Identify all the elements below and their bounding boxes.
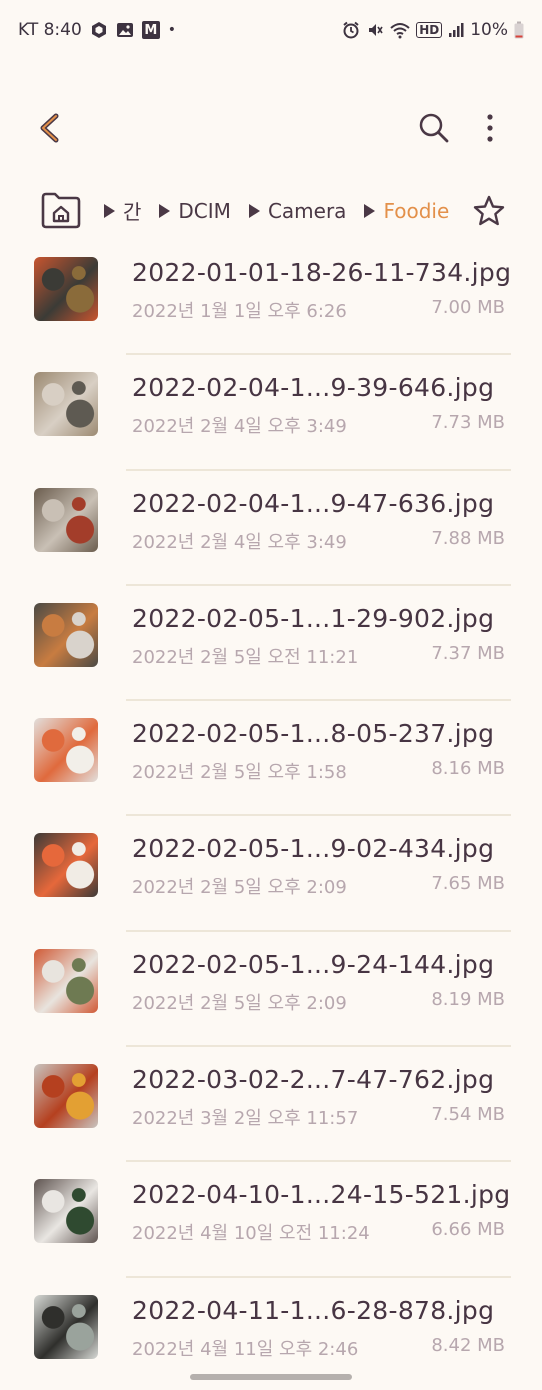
battery-icon bbox=[514, 21, 524, 39]
file-thumbnail bbox=[34, 1179, 98, 1244]
file-size: 7.73 MB bbox=[431, 412, 505, 434]
file-date: 2022년 2월 5일 오후 1:58 bbox=[132, 762, 347, 784]
file-name: 2022-02-05-1...9-24-144.jpg bbox=[132, 949, 495, 979]
carrier-time: KT 8:40 bbox=[18, 20, 82, 40]
file-name: 2022-03-02-2...7-47-762.jpg bbox=[132, 1065, 495, 1095]
file-size: 7.88 MB bbox=[431, 527, 505, 549]
file-name: 2022-02-05-1...9-02-434.jpg bbox=[132, 834, 495, 864]
status-right: HD 10% bbox=[342, 20, 524, 40]
file-size: 8.16 MB bbox=[431, 758, 505, 780]
breadcrumb-path: 간 DCIM Camera Foodie bbox=[104, 196, 449, 225]
file-name: 2022-02-04-1...9-47-636.jpg bbox=[132, 488, 495, 518]
hd-voice-icon: HD bbox=[416, 22, 443, 38]
file-list-item[interactable]: 2022-02-05-1...9-24-144.jpg 2022년 2월 5일 오… bbox=[0, 932, 542, 1048]
breadcrumb-item-root[interactable]: 간 bbox=[123, 196, 141, 225]
file-thumbnail bbox=[34, 1064, 98, 1129]
file-thumbnail bbox=[34, 257, 98, 321]
file-list-item[interactable]: 2022-04-10-1...24-15-521.jpg 2022년 4월 10일… bbox=[0, 1162, 542, 1278]
file-name: 2022-02-05-1...1-29-902.jpg bbox=[132, 603, 495, 633]
breadcrumb-separator-icon bbox=[104, 203, 115, 218]
status-bar: KT 8:40 M • HD 10% bbox=[0, 0, 542, 64]
back-chevron-icon bbox=[40, 113, 59, 143]
file-size: 7.65 MB bbox=[431, 873, 505, 895]
breadcrumb-separator-icon bbox=[364, 203, 376, 218]
search-icon bbox=[419, 113, 449, 143]
file-list-item[interactable]: 2022-02-05-1...1-29-902.jpg 2022년 2월 5일 오… bbox=[0, 586, 542, 702]
breadcrumb-item-current[interactable]: Foodie bbox=[383, 199, 449, 223]
file-date: 2022년 2월 5일 오전 11:21 bbox=[132, 646, 359, 668]
signal-icon bbox=[448, 22, 464, 38]
breadcrumb-separator-icon bbox=[159, 203, 171, 218]
file-list: 2022-01-01-18-26-11-734.jpg 2022년 1월 1일 오… bbox=[0, 240, 542, 1390]
file-list-item[interactable]: 2022-02-04-1...9-47-636.jpg 2022년 2월 4일 오… bbox=[0, 471, 542, 586]
favorite-button[interactable] bbox=[472, 194, 506, 228]
messenger-icon: M bbox=[141, 21, 160, 39]
file-thumbnail bbox=[34, 602, 98, 667]
home-folder-button[interactable] bbox=[40, 191, 82, 229]
breadcrumb-separator-icon bbox=[248, 203, 260, 218]
file-date: 2022년 2월 5일 오후 2:09 bbox=[132, 877, 347, 899]
file-size: 7.54 MB bbox=[431, 1104, 505, 1126]
file-size: 7.37 MB bbox=[431, 642, 505, 664]
mute-icon bbox=[366, 21, 384, 39]
wifi-icon bbox=[390, 21, 410, 39]
file-date: 2022년 1월 1일 오후 6:26 bbox=[132, 301, 347, 322]
file-thumbnail bbox=[34, 372, 98, 437]
app-bar bbox=[0, 100, 542, 156]
breadcrumb-item-dcim[interactable]: DCIM bbox=[178, 199, 231, 223]
file-size: 7.00 MB bbox=[431, 297, 505, 318]
more-options-button[interactable] bbox=[474, 108, 506, 148]
file-thumbnail bbox=[34, 487, 98, 552]
star-icon bbox=[473, 195, 505, 226]
file-list-item[interactable]: 2022-02-05-1...9-02-434.jpg 2022년 2월 5일 오… bbox=[0, 816, 542, 932]
file-thumbnail bbox=[34, 1294, 98, 1359]
file-thumbnail bbox=[34, 948, 98, 1013]
gesture-bar[interactable] bbox=[190, 1374, 352, 1380]
gallery-icon bbox=[116, 21, 134, 39]
notification-dot: • bbox=[167, 22, 177, 38]
breadcrumb: 간 DCIM Camera Foodie bbox=[0, 184, 542, 236]
file-browser-screen: KT 8:40 M • HD 10% 간 DCIM Camera Foodie … bbox=[0, 0, 542, 1390]
more-vert-icon bbox=[487, 114, 493, 142]
file-list-item[interactable]: 2022-03-02-2...7-47-762.jpg 2022년 3월 2일 오… bbox=[0, 1047, 542, 1163]
file-date: 2022년 2월 4일 오후 3:49 bbox=[132, 416, 347, 438]
cube-app-icon bbox=[90, 21, 108, 39]
file-thumbnail bbox=[34, 718, 98, 783]
file-date: 2022년 4월 11일 오후 2:46 bbox=[132, 1338, 359, 1360]
file-list-item[interactable]: 2022-02-05-1...8-05-237.jpg 2022년 2월 5일 오… bbox=[0, 701, 542, 817]
file-date: 2022년 2월 4일 오후 3:49 bbox=[132, 531, 347, 553]
file-name: 2022-02-04-1...9-39-646.jpg bbox=[132, 373, 495, 403]
alarm-icon bbox=[342, 21, 360, 39]
file-size: 8.19 MB bbox=[431, 988, 505, 1010]
file-thumbnail bbox=[34, 833, 98, 898]
file-size: 8.42 MB bbox=[431, 1334, 505, 1356]
file-list-item[interactable]: 2022-01-01-18-26-11-734.jpg 2022년 1월 1일 오… bbox=[0, 240, 542, 356]
home-folder-icon bbox=[41, 192, 81, 229]
file-name: 2022-04-11-1...6-28-878.jpg bbox=[132, 1295, 495, 1325]
battery-percent: 10% bbox=[470, 20, 508, 40]
file-date: 2022년 4월 10일 오전 11:24 bbox=[132, 1223, 370, 1245]
status-left: KT 8:40 M • bbox=[18, 20, 176, 40]
file-date: 2022년 2월 5일 오후 2:09 bbox=[132, 992, 347, 1014]
file-list-item[interactable]: 2022-02-04-1...9-39-646.jpg 2022년 2월 4일 오… bbox=[0, 355, 542, 471]
back-button[interactable] bbox=[32, 108, 72, 148]
breadcrumb-item-camera[interactable]: Camera bbox=[268, 199, 347, 223]
search-button[interactable] bbox=[414, 108, 454, 148]
file-name: 2022-01-01-18-26-11-734.jpg bbox=[132, 258, 512, 287]
file-name: 2022-04-10-1...24-15-521.jpg bbox=[132, 1180, 511, 1210]
file-size: 6.66 MB bbox=[431, 1219, 505, 1241]
file-date: 2022년 3월 2일 오후 11:57 bbox=[132, 1108, 359, 1130]
file-name: 2022-02-05-1...8-05-237.jpg bbox=[132, 719, 495, 749]
